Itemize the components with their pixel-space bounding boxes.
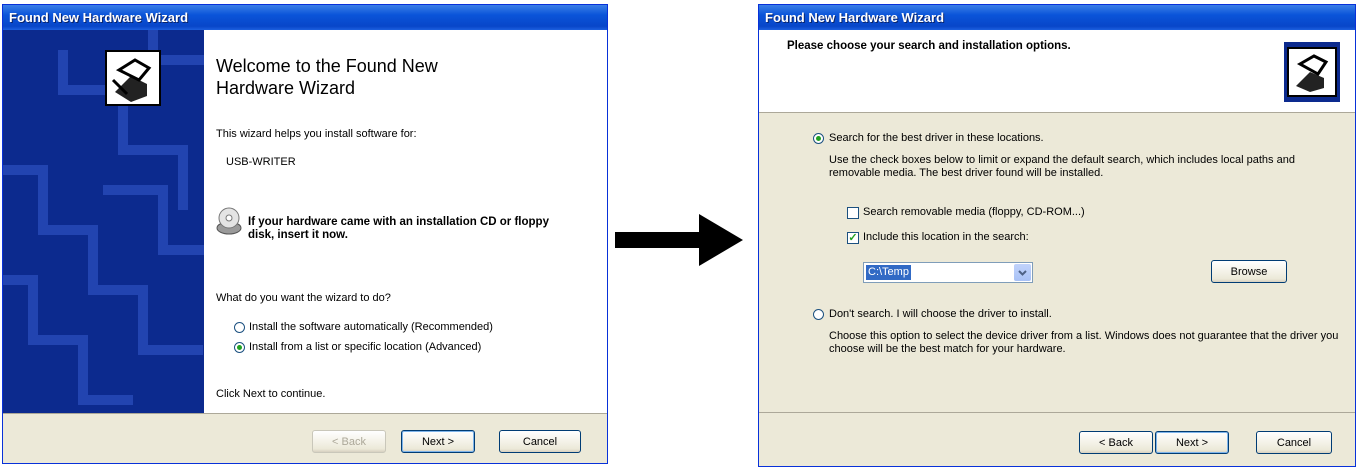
header-title: Please choose your search and installati… — [787, 40, 1071, 52]
removable-media-label[interactable]: Search removable media (floppy, CD-ROM..… — [863, 206, 1085, 218]
next-button[interactable]: Next > — [1155, 431, 1229, 454]
dont-search-label[interactable]: Don't search. I will choose the driver t… — [829, 308, 1052, 320]
search-best-label[interactable]: Search for the best driver in these loca… — [829, 132, 1044, 144]
dont-search-description: Choose this option to select the device … — [829, 330, 1339, 355]
wizard-header: Please choose your search and installati… — [759, 30, 1355, 113]
location-combobox[interactable]: C:\Temp — [863, 262, 1033, 283]
install-auto-radio[interactable] — [234, 322, 245, 333]
install-auto-label[interactable]: Install the software automatically (Reco… — [249, 321, 493, 333]
wizard-body: Search for the best driver in these loca… — [759, 113, 1355, 415]
question-text: What do you want the wizard to do? — [216, 292, 391, 304]
next-button[interactable]: Next > — [401, 430, 475, 453]
dont-search-radio[interactable] — [813, 309, 824, 320]
search-options-window: Found New Hardware Wizard Please choose … — [758, 4, 1356, 467]
wizard-content: Welcome to the Found New Hardware Wizard… — [204, 30, 607, 415]
hardware-install-icon — [1284, 42, 1340, 107]
include-location-checkbox[interactable]: ✓ — [847, 232, 859, 244]
wizard-banner — [3, 30, 204, 415]
include-location-label[interactable]: Include this location in the search: — [863, 231, 1029, 243]
search-best-radio[interactable] — [813, 133, 824, 144]
cancel-button[interactable]: Cancel — [1256, 431, 1332, 454]
cd-icon — [216, 207, 242, 242]
banner-pattern — [3, 30, 204, 405]
install-list-label[interactable]: Install from a list or specific location… — [249, 341, 481, 353]
back-button[interactable]: < Back — [1079, 431, 1153, 454]
cd-notice: If your hardware came with an installati… — [248, 216, 549, 241]
chevron-down-icon[interactable] — [1014, 264, 1031, 281]
removable-media-checkbox[interactable] — [847, 207, 859, 219]
hardware-install-icon — [105, 50, 161, 111]
wizard-footer: < Back Next > Cancel — [3, 413, 607, 463]
back-button[interactable]: < Back — [312, 430, 386, 453]
continue-text: Click Next to continue. — [216, 388, 326, 400]
wizard-footer: < Back Next > Cancel — [759, 412, 1355, 466]
device-name: USB-WRITER — [226, 156, 296, 168]
intro-text: This wizard helps you install software f… — [216, 128, 417, 140]
window-title: Found New Hardware Wizard — [759, 5, 1355, 30]
browse-button[interactable]: Browse — [1211, 260, 1287, 283]
page-title: Welcome to the Found New Hardware Wizard — [216, 56, 438, 98]
welcome-wizard-window: Found New Hardware Wizard Welcome to the… — [2, 4, 608, 464]
install-list-radio[interactable] — [234, 342, 245, 353]
window-title: Found New Hardware Wizard — [3, 5, 607, 30]
right-arrow-icon — [611, 210, 747, 275]
cancel-button[interactable]: Cancel — [499, 430, 581, 453]
search-description: Use the check boxes below to limit or ex… — [829, 154, 1295, 179]
location-value[interactable]: C:\Temp — [866, 265, 911, 280]
